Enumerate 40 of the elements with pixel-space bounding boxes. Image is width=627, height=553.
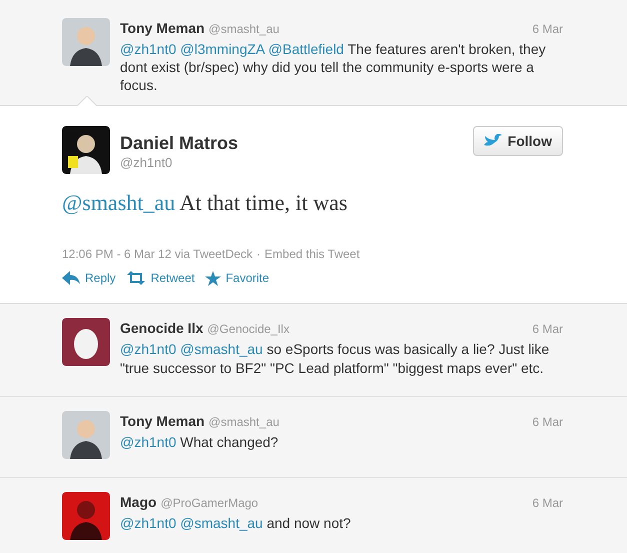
mention-link[interactable]: @smasht_au — [62, 190, 176, 215]
embed-link[interactable]: Embed this Tweet — [264, 245, 360, 263]
tweet-text: @smasht_au At that time, it was — [62, 189, 348, 217]
tweet-text: @zh1nt0 @smasht_au and now not? — [120, 514, 352, 533]
author-name[interactable]: Tony Meman — [120, 18, 205, 39]
tweet-text: @zh1nt0 @smasht_au so eSports focus was basically a lie? Just like "true successor to BF2" "PC Lead platform" "biggest maps ever" etc. — [120, 340, 550, 378]
tweet-date[interactable]: 6 Mar — [532, 20, 563, 38]
mention-link[interactable]: @zh1nt0 — [120, 434, 176, 450]
separator-dot: · — [256, 246, 261, 263]
reply-button[interactable]: Reply — [62, 269, 116, 287]
follow-button[interactable]: Follow — [472, 126, 563, 156]
mention-link[interactable]: @Battlefield — [268, 41, 344, 57]
retweet-icon — [126, 271, 146, 285]
author-handle[interactable]: @zh1nt0 — [120, 153, 463, 172]
author-handle[interactable]: @ProGamerMago — [160, 494, 258, 512]
bird-icon — [484, 134, 502, 148]
tweet-text: @zh1nt0 What changed? — [120, 433, 280, 452]
favorite-button[interactable]: Favorite — [204, 269, 270, 287]
mention-link[interactable]: @smasht_au — [180, 515, 263, 531]
mention-link[interactable]: @l3mmingZA — [180, 41, 264, 57]
author-name[interactable]: Genocide Ilx — [120, 318, 204, 339]
reply-arrow-icon — [62, 271, 80, 285]
mention-link[interactable]: @smasht_au — [180, 341, 263, 357]
mention-link[interactable]: @zh1nt0 — [120, 41, 176, 57]
retweet-button[interactable]: Retweet — [126, 269, 195, 287]
tweet-date[interactable]: 6 Mar — [532, 494, 563, 512]
author-handle[interactable]: @smasht_au — [208, 20, 280, 38]
tweet-text: @zh1nt0 @l3mmingZA @Battlefield The features aren't broken, they dont exist (br/spec) why did you tell the community e-sports were a focus. — [120, 40, 547, 94]
author-name[interactable]: Tony Meman — [120, 411, 205, 432]
mention-link[interactable]: @zh1nt0 — [120, 341, 176, 357]
star-icon — [204, 270, 221, 286]
author-handle[interactable]: @smasht_au — [208, 413, 280, 431]
tweet-date[interactable]: 6 Mar — [532, 320, 563, 338]
tweet-timestamp[interactable]: 12:06 PM - 6 Mar 12 via TweetDeck — [62, 245, 253, 263]
author-name[interactable]: Mago — [120, 492, 157, 513]
author-name[interactable]: Daniel Matros — [120, 133, 463, 153]
author-handle[interactable]: @Genocide_Ilx — [207, 320, 290, 338]
tweet-date[interactable]: 6 Mar — [532, 413, 563, 431]
egg-avatar-icon[interactable] — [62, 318, 110, 366]
mention-link[interactable]: @zh1nt0 — [120, 515, 176, 531]
